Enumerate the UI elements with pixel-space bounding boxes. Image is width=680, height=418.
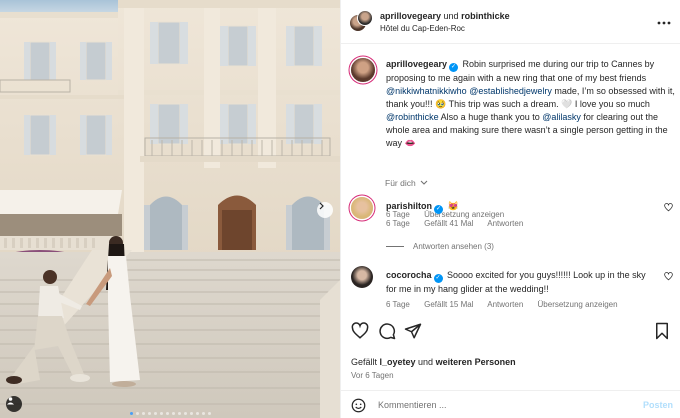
chevron-right-icon	[319, 202, 324, 210]
avatar[interactable]	[357, 10, 373, 26]
carousel-dot	[153, 412, 157, 415]
timestamp[interactable]: 6 Tage	[386, 300, 410, 309]
carousel-dot	[177, 412, 181, 415]
verified-icon: ✓	[449, 63, 459, 72]
carousel-dot	[183, 412, 187, 415]
carousel-dot	[195, 412, 199, 415]
like-count[interactable]: Gefällt 41 Mal	[424, 219, 473, 228]
reply-link[interactable]: Antworten	[487, 300, 523, 309]
post-date[interactable]: Vor 6 Tagen	[351, 371, 394, 380]
carousel-dot	[171, 412, 175, 415]
emoji-icon[interactable]	[351, 398, 366, 413]
carousel-indicator	[0, 412, 340, 415]
others-link[interactable]: weiteren Personen	[436, 357, 516, 367]
mention-link[interactable]: @robinthicke	[386, 112, 439, 122]
likes-prefix: Gefällt	[351, 357, 380, 367]
carousel-dot	[201, 412, 205, 415]
heart-icon[interactable]	[351, 322, 369, 340]
post-action-bar	[341, 322, 680, 344]
avatar[interactable]	[351, 197, 373, 219]
caption-segment: Also a huge thank you to	[438, 112, 543, 122]
reply-link[interactable]: Antworten	[487, 219, 523, 228]
carousel-dot	[207, 412, 211, 415]
comments-list[interactable]: aprillovegeary ✓ Robin surprised me durin…	[341, 44, 680, 322]
carousel-dot	[141, 412, 145, 415]
like-count[interactable]: Gefällt 15 Mal	[424, 300, 473, 309]
post-header: aprillovegeary und robinthicke Hôtel du …	[341, 0, 680, 44]
heart-icon[interactable]	[664, 203, 673, 212]
sort-label: Für dich	[385, 178, 416, 188]
view-replies-label: Antworten ansehen (3)	[413, 242, 494, 251]
collab-avatars[interactable]	[349, 10, 373, 34]
more-icon	[657, 21, 671, 25]
instagram-post: aprillovegeary und robinthicke Hôtel du …	[0, 0, 680, 418]
mention-link[interactable]: @nikkiwhatnikkiwho	[386, 86, 467, 96]
mention-link[interactable]: @alilasky	[542, 112, 581, 122]
post-photo[interactable]	[0, 0, 340, 418]
heart-icon[interactable]	[664, 272, 673, 281]
verified-icon: ✓	[433, 274, 443, 283]
caption-text: aprillovegeary ✓ Robin surprised me durin…	[386, 58, 676, 150]
timestamp[interactable]: 6 Tage	[386, 219, 410, 228]
share-icon[interactable]	[404, 322, 422, 340]
location-link[interactable]: Hôtel du Cap-Eden-Roc	[380, 24, 465, 33]
comment-meta: 6 Tage Gefällt 15 Mal Antworten Übersetz…	[386, 300, 630, 309]
avatar[interactable]	[351, 58, 375, 82]
user-tag-button[interactable]	[6, 396, 22, 412]
username-link[interactable]: l_oyetey	[380, 357, 416, 367]
comment-text: parishilton ✓ 😻	[386, 200, 656, 214]
mention-link[interactable]: @establishedjewelry	[469, 86, 552, 96]
next-image-button[interactable]	[317, 202, 333, 218]
carousel-dot	[129, 412, 133, 415]
carousel-dot	[147, 412, 151, 415]
comment-body: 😻	[445, 201, 459, 211]
carousel-dot	[165, 412, 169, 415]
replies-divider	[386, 246, 404, 247]
likes-middle: und	[415, 357, 436, 367]
comment-input[interactable]	[378, 398, 628, 412]
post-comment-button[interactable]: Posten	[643, 400, 673, 410]
username-link[interactable]: parishilton	[386, 201, 432, 211]
bookmark-icon[interactable]	[653, 322, 671, 340]
likes-summary[interactable]: Gefällt l_oyetey und weiteren Personen	[351, 357, 516, 367]
more-options-button[interactable]	[657, 14, 671, 28]
verified-icon: ✓	[434, 205, 444, 214]
username-link[interactable]: cocorocha	[386, 270, 432, 280]
view-replies-button[interactable]: Antworten ansehen (3)	[386, 242, 494, 251]
username-link[interactable]: aprillovegeary	[380, 11, 441, 21]
collab-usernames: aprillovegeary und robinthicke	[380, 11, 510, 21]
carousel-dot	[159, 412, 163, 415]
user-tag-icon	[7, 397, 14, 405]
carousel-dot	[189, 412, 193, 415]
comment-composer: Posten	[341, 390, 680, 418]
connector-text: und	[443, 11, 459, 21]
avatar[interactable]	[351, 266, 373, 288]
comment-text: cocorocha ✓ Soooo excited for you guys!!!…	[386, 269, 656, 295]
carousel-dot	[135, 412, 139, 415]
comment-meta: 6 Tage Gefällt 41 Mal Antworten	[386, 219, 535, 228]
chevron-down-icon	[420, 180, 428, 185]
username-link[interactable]: robinthicke	[461, 11, 510, 21]
comment-sort-dropdown[interactable]: Für dich	[385, 178, 428, 188]
comment-icon[interactable]	[378, 322, 396, 340]
photo-scene	[0, 0, 340, 418]
post-side-panel: aprillovegeary und robinthicke Hôtel du …	[340, 0, 680, 418]
translate-link[interactable]: Übersetzung anzeigen	[538, 300, 618, 309]
username-link[interactable]: aprillovegeary	[386, 59, 447, 69]
